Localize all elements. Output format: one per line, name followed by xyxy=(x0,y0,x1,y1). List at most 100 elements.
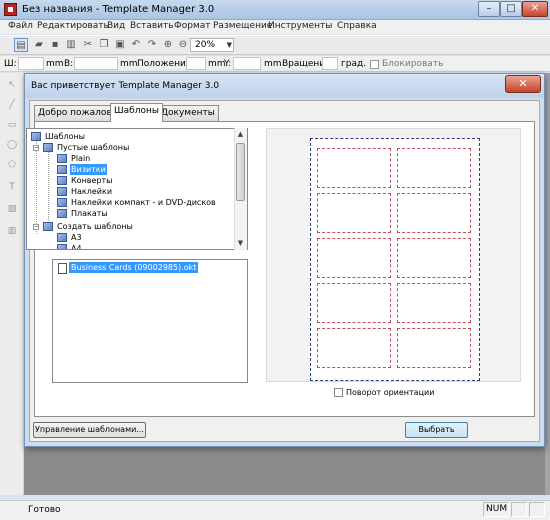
ellipse-tool-icon[interactable]: ◯ xyxy=(7,140,17,150)
preview-page xyxy=(310,138,480,381)
dialog-titlebar: Вас приветствует Template Manager 3.0 ✕ xyxy=(25,74,544,98)
template-icon xyxy=(57,244,67,249)
card-slot xyxy=(317,328,391,368)
folder-icon xyxy=(43,222,53,231)
tree-label: Наклейки компакт - и DVD-дисков xyxy=(71,198,216,207)
save-icon[interactable]: ▪ xyxy=(48,38,62,52)
menu-arrange[interactable]: Размещение xyxy=(213,21,272,31)
collapse-icon[interactable]: − xyxy=(33,145,39,151)
menu-view[interactable]: Вид xyxy=(107,21,125,31)
height-label: В: xyxy=(64,59,74,69)
rotate-orientation-label: Поворот ориентации xyxy=(346,388,435,397)
zoom-in-icon[interactable]: ⊕ xyxy=(161,38,175,52)
tree-label: Пустые шаблоны xyxy=(57,143,130,152)
cut-icon[interactable]: ✂ xyxy=(81,38,95,52)
template-icon xyxy=(57,154,67,163)
menu-edit[interactable]: Редактировать xyxy=(37,21,109,31)
manage-templates-button[interactable]: Управление шаблонами... xyxy=(33,422,146,438)
redo-icon[interactable]: ↷ xyxy=(145,38,159,52)
dialog-title: Вас приветствует Template Manager 3.0 xyxy=(31,81,220,91)
card-slot xyxy=(317,238,391,278)
print-icon[interactable]: ▥ xyxy=(64,38,78,52)
line-tool-icon[interactable]: ╱ xyxy=(7,100,17,110)
dialog-close-button[interactable]: ✕ xyxy=(505,75,541,93)
tab-documents[interactable]: Документы xyxy=(157,105,219,121)
menu-bar: Файл Редактировать Вид Вставить Формат Р… xyxy=(0,20,550,34)
scroll-up-icon[interactable]: ▲ xyxy=(234,128,247,141)
position-y-field[interactable] xyxy=(233,57,261,70)
menu-help[interactable]: Справка xyxy=(337,21,377,31)
position-y-label: Y: xyxy=(224,59,232,69)
menu-format[interactable]: Формат xyxy=(174,21,211,31)
workspace-background xyxy=(24,447,545,495)
menu-file[interactable]: Файл xyxy=(8,21,33,31)
app-logo-icon xyxy=(4,3,17,16)
minimize-button[interactable]: – xyxy=(478,1,500,17)
folder-icon xyxy=(31,132,41,141)
text-tool-icon[interactable]: T xyxy=(7,182,17,192)
rect-tool-icon[interactable]: ▭ xyxy=(7,120,17,130)
position-x-unit: mm xyxy=(208,59,226,69)
template-icon xyxy=(57,198,67,207)
tree-label: Конверты xyxy=(71,176,113,185)
folder-icon xyxy=(43,143,53,152)
width-unit: mm xyxy=(46,59,64,69)
position-x-field[interactable] xyxy=(186,57,206,70)
menu-insert[interactable]: Вставить xyxy=(130,21,174,31)
polygon-tool-icon[interactable]: ⬠ xyxy=(7,160,17,170)
template-icon xyxy=(57,165,67,174)
height-unit: mm xyxy=(120,59,138,69)
zoom-select[interactable]: 20% ▼ xyxy=(190,38,234,52)
width-field[interactable] xyxy=(18,57,44,70)
card-slot xyxy=(397,238,471,278)
collapse-icon[interactable]: − xyxy=(33,224,39,230)
template-icon xyxy=(57,187,67,196)
paste-icon[interactable]: ▣ xyxy=(113,38,127,52)
template-file-icon xyxy=(58,263,67,274)
copy-icon[interactable]: ❐ xyxy=(97,38,111,52)
card-slot xyxy=(397,148,471,188)
scrollbar-thumb[interactable] xyxy=(236,143,245,201)
tree-label: A4 xyxy=(71,244,82,250)
scroll-down-icon[interactable]: ▼ xyxy=(234,237,247,250)
image-tool-icon[interactable]: ▨ xyxy=(7,204,17,214)
barcode-tool-icon[interactable]: ▥ xyxy=(7,226,17,236)
open-folder-icon[interactable]: ▰ xyxy=(32,38,46,52)
card-slot xyxy=(397,328,471,368)
menu-tools[interactable]: Инструменты xyxy=(268,21,332,31)
tree-label: Шаблоны xyxy=(45,132,85,141)
new-document-icon[interactable]: ▤ xyxy=(14,38,28,52)
window-titlebar: Без названия - Template Manager 3.0 – □ … xyxy=(0,0,550,20)
lock-checkbox[interactable] xyxy=(370,60,379,69)
close-button[interactable]: ✕ xyxy=(522,1,548,17)
template-icon xyxy=(57,176,67,185)
position-y-unit: mm xyxy=(264,59,282,69)
tree-connector xyxy=(36,140,37,234)
card-slot xyxy=(317,193,391,233)
degrees-label: град. xyxy=(341,59,367,69)
maximize-button[interactable]: □ xyxy=(500,1,522,17)
width-label: Ш: xyxy=(4,59,17,69)
rotation-field[interactable] xyxy=(322,57,338,70)
tree-label: Создать шаблоны xyxy=(57,222,133,231)
status-text: Готово xyxy=(28,505,61,515)
undo-icon[interactable]: ↶ xyxy=(129,38,143,52)
status-cell-empty-1 xyxy=(511,502,527,517)
num-lock-indicator: NUM xyxy=(483,502,509,517)
template-file-item[interactable]: Business Cards (09002985).okt xyxy=(69,262,199,273)
card-slot xyxy=(317,148,391,188)
tab-templates[interactable]: Шаблоны xyxy=(110,103,163,122)
tree-label: A3 xyxy=(71,233,82,242)
chevron-down-icon: ▼ xyxy=(226,41,232,49)
tree-label-selected: Визитки xyxy=(70,164,107,175)
tree-label: Плакаты xyxy=(71,209,108,218)
status-bar xyxy=(0,500,550,520)
choose-button[interactable]: Выбрать xyxy=(405,422,468,438)
height-field[interactable] xyxy=(74,57,118,70)
template-file-list[interactable] xyxy=(52,259,248,383)
pointer-tool-icon[interactable]: ↖ xyxy=(7,80,17,90)
zoom-out-icon[interactable]: ⊖ xyxy=(176,38,190,52)
template-icon xyxy=(57,233,67,242)
rotate-orientation-checkbox[interactable] xyxy=(334,388,343,397)
template-tree[interactable]: Шаблоны − Пустые шаблоны Plain Визитки К… xyxy=(26,128,248,250)
